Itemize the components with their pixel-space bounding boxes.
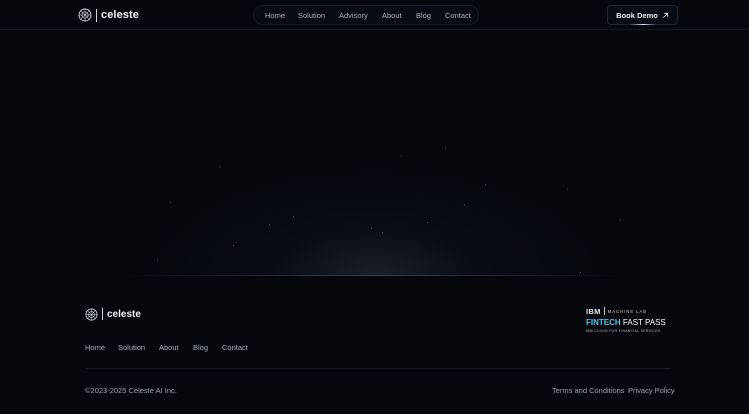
fintech-fast-pass-title: FINTECH FAST PASS [586,318,666,327]
star [427,222,428,223]
star [464,204,465,205]
footer-nav-home[interactable]: Home [85,343,105,352]
footer-nav-solution[interactable]: Solution [118,343,145,352]
logo-wordmark: celeste [101,9,140,21]
nav-contact[interactable]: Contact [445,11,471,20]
hero-horizon-line [120,275,630,276]
nav-blog[interactable]: Blog [416,11,431,20]
star [219,166,220,167]
star [233,245,234,246]
star [567,188,568,189]
footer-logo[interactable]: celeste [85,307,141,321]
button-glow [630,24,656,25]
footer-nav-about[interactable]: About [159,343,179,352]
badge-divider [603,307,605,315]
star [293,216,294,217]
main-nav: Home Solution Advisory About Blog Contac… [253,5,479,25]
terms-link[interactable]: Terms and Conditions [552,386,625,395]
star [485,184,486,185]
star [269,224,270,225]
copyright-text: ©2023-2025 Celeste AI Inc. [85,386,177,395]
star [580,272,581,273]
machine-lab-label: MACHINE LAB [607,308,647,314]
star [445,148,446,149]
site-header: celeste Home Solution Advisory About Blo… [0,0,749,30]
star [620,220,621,221]
book-demo-button[interactable]: Book Demo [607,5,678,25]
footer-nav-contact[interactable]: Contact [222,343,248,352]
privacy-link[interactable]: Privacy Policy [628,386,675,395]
star [371,228,372,229]
hero-section [0,30,749,276]
ibm-logo: IBM [586,306,601,316]
logo-wordmark: celeste [107,308,141,320]
logo-divider [96,8,97,22]
footer-nav-blog[interactable]: Blog [193,343,208,352]
star [170,202,171,203]
nav-solution[interactable]: Solution [298,11,325,20]
star [401,156,402,157]
logo-divider [102,308,103,320]
celeste-logo-icon [78,8,92,22]
book-demo-label: Book Demo [616,10,658,20]
footer-divider [85,368,671,369]
ibm-cloud-subtitle: IBM CLOUD FOR FINANCIAL SERVICES [586,329,661,333]
star [382,232,383,233]
nav-about[interactable]: About [382,11,402,20]
header-logo[interactable]: celeste [78,7,139,23]
star [157,259,158,260]
arrow-up-right-icon [662,12,668,18]
ibm-fintech-badge: IBM MACHINE LAB FINTECH FAST PASS IBM CL… [586,306,666,336]
celeste-logo-icon [85,308,98,320]
nav-advisory[interactable]: Advisory [339,11,368,20]
nav-home[interactable]: Home [265,11,285,20]
